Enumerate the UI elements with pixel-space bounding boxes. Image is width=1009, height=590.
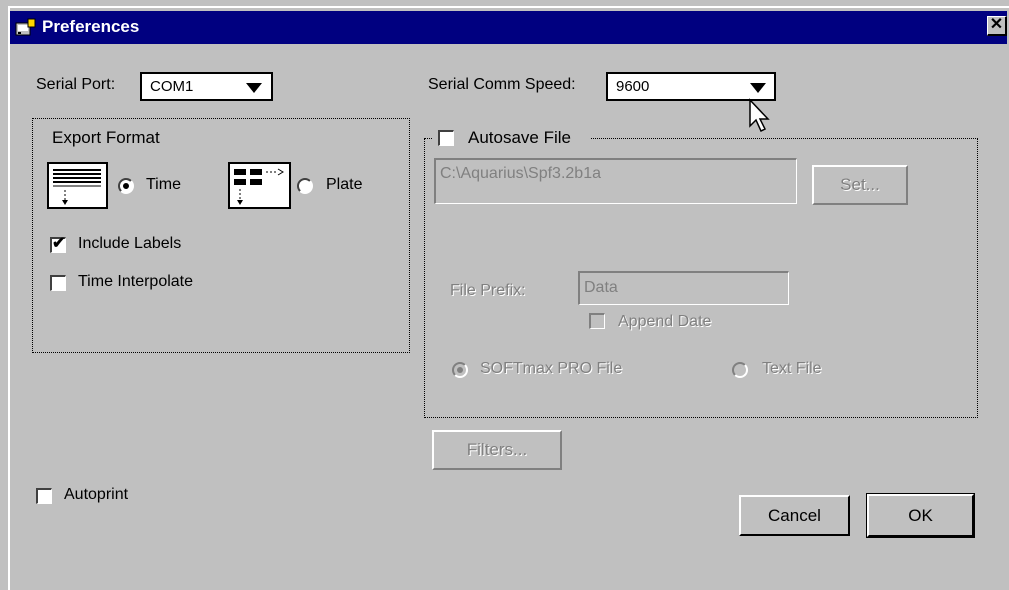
export-plate-radio[interactable]: [297, 178, 313, 194]
window-title: Preferences: [42, 17, 140, 36]
serial-port-value: COM1: [150, 78, 194, 95]
softmax-pro-label: SOFTmax PRO File: [480, 360, 623, 377]
file-prefix-field[interactable]: Data: [578, 271, 789, 305]
export-time-radio[interactable]: [118, 178, 134, 194]
close-button[interactable]: ✕: [987, 16, 1007, 36]
serial-port-label: Serial Port:: [36, 76, 116, 93]
chevron-down-icon: [750, 83, 766, 93]
time-format-icon: [47, 162, 108, 209]
time-interpolate-label: Time Interpolate: [78, 273, 194, 290]
include-labels-checkbox[interactable]: ✔: [50, 235, 66, 253]
check-icon: ✔: [52, 235, 66, 252]
autoprint-checkbox[interactable]: [36, 488, 52, 504]
serial-port-dropdown[interactable]: COM1: [140, 72, 273, 101]
export-plate-label: Plate: [326, 176, 363, 193]
autosave-file-checkbox[interactable]: [438, 130, 454, 146]
append-date-checkbox[interactable]: [589, 313, 605, 329]
export-format-title: Export Format: [52, 128, 160, 147]
filters-button[interactable]: Filters...: [432, 430, 562, 470]
export-time-label: Time: [146, 176, 181, 193]
set-button[interactable]: Set...: [812, 165, 908, 205]
file-prefix-label: File Prefix:: [450, 282, 526, 299]
app-preferences-icon: [15, 18, 36, 36]
time-interpolate-checkbox[interactable]: [50, 275, 66, 291]
plate-format-icon: [228, 162, 291, 209]
cancel-button[interactable]: Cancel: [739, 495, 850, 536]
serial-speed-dropdown[interactable]: 9600: [606, 72, 776, 101]
autoprint-label: Autoprint: [64, 486, 129, 503]
ok-button[interactable]: OK: [866, 493, 975, 538]
serial-speed-value: 9600: [616, 78, 650, 95]
autosave-path-field[interactable]: C:\Aquarius\Spf3.2b1a: [434, 158, 797, 204]
text-file-radio[interactable]: [732, 362, 748, 378]
close-icon: ✕: [989, 16, 1004, 33]
softmax-pro-radio[interactable]: [452, 362, 468, 378]
title-bar: Preferences ✕: [10, 11, 1007, 44]
autosave-file-label: Autosave File: [468, 128, 571, 147]
append-date-label: Append Date: [618, 313, 712, 330]
autosave-path-value: C:\Aquarius\Spf3.2b1a: [440, 165, 601, 182]
text-file-label: Text File: [762, 360, 822, 377]
chevron-down-icon: [246, 83, 262, 93]
include-labels-label: Include Labels: [78, 235, 182, 252]
mouse-cursor-icon: [749, 98, 770, 133]
serial-speed-label: Serial Comm Speed:: [428, 76, 576, 93]
file-prefix-value: Data: [584, 279, 618, 296]
